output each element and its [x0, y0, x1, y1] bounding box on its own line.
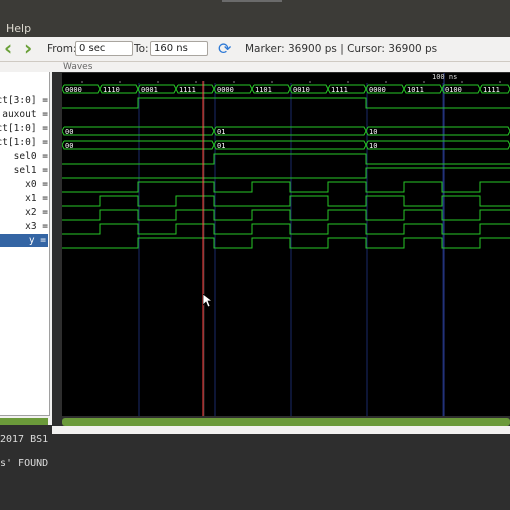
- chevron-right-icon[interactable]: ›: [24, 38, 32, 58]
- waves-header: Waves: [52, 62, 510, 72]
- signals-list[interactable]: ect[3:0] =auxout =ect[1:0] =ect[1:0] =se…: [0, 72, 50, 416]
- signal-row[interactable]: x2 =: [25, 206, 48, 219]
- bus-value: 01: [217, 142, 225, 150]
- signal-row[interactable]: ect[1:0] =: [0, 122, 48, 135]
- time-label: 100 ns: [432, 73, 457, 81]
- status-bar: [52, 426, 510, 434]
- console-output: 2017 BS1 s' FOUND: [0, 434, 510, 510]
- signal-row[interactable]: sel1 =: [14, 164, 48, 177]
- bus-value: 0001: [141, 86, 158, 94]
- toolbar: ‹ › From: 0 sec To: 160 ns ⟳ Marker: 369…: [0, 37, 510, 62]
- bus-value: 01: [217, 128, 225, 136]
- signal-row[interactable]: y =: [0, 234, 48, 247]
- bus-value: 1011: [407, 86, 424, 94]
- bus-value: 1101: [255, 86, 272, 94]
- signal-row[interactable]: x0 =: [25, 178, 48, 191]
- bus-segment: [62, 126, 215, 136]
- reload-icon[interactable]: ⟳: [218, 39, 231, 58]
- chevron-left-icon[interactable]: ‹: [4, 38, 12, 58]
- signal-row[interactable]: ect[1:0] =: [0, 136, 48, 149]
- bus-value: 1111: [331, 86, 348, 94]
- bus-value: 0000: [369, 86, 386, 94]
- bus-segment: [365, 126, 510, 136]
- waves-canvas[interactable]: 100 ns 0000 1110 0001 1111 0000 1101 0010 1111 00…: [62, 73, 510, 416]
- console-line: 2017 BS1: [0, 434, 49, 445]
- signal-row[interactable]: x1 =: [25, 192, 48, 205]
- from-input[interactable]: 0 sec: [75, 41, 133, 56]
- bus-value: 0000: [65, 86, 82, 94]
- signal-row[interactable]: ect[3:0] =: [0, 94, 48, 107]
- signals-scrollbar[interactable]: [0, 418, 48, 425]
- bus-value: 0100: [445, 86, 462, 94]
- bus-segment: [62, 140, 215, 150]
- to-input[interactable]: 160 ns: [150, 41, 208, 56]
- waves-scrollbar[interactable]: [62, 418, 510, 426]
- bus-segment: [213, 126, 367, 136]
- bus-value: 10: [369, 128, 377, 136]
- bus-value: 00: [65, 142, 73, 150]
- bus-segment: [213, 140, 367, 150]
- titlebar-tab-hint: [222, 0, 282, 2]
- bus-value: 10: [369, 142, 377, 150]
- bus-value: 0010: [293, 86, 310, 94]
- menu-help[interactable]: Help: [6, 22, 31, 35]
- bus-value: 00: [65, 128, 73, 136]
- bus-segment: [365, 140, 510, 150]
- signal-row[interactable]: auxout =: [2, 108, 48, 121]
- bus-value: 0000: [217, 86, 234, 94]
- signal-row[interactable]: x3 =: [25, 220, 48, 233]
- from-label: From:: [47, 43, 77, 55]
- marker-cursor-status: Marker: 36900 ps | Cursor: 36900 ps: [245, 43, 438, 55]
- menu-bar: Help: [0, 5, 510, 37]
- waves-svg: 100 ns0000 1110 0001 1111 0000 1101 0010 1111 00…: [62, 73, 510, 416]
- bus-value: 1111: [483, 86, 500, 94]
- bus-value: 1110: [103, 86, 120, 94]
- waves-title: Waves: [63, 62, 93, 72]
- bus-value: 1111: [179, 86, 196, 94]
- signal-row[interactable]: sel0 =: [14, 150, 48, 163]
- to-label: To:: [134, 43, 149, 55]
- console-line: s' FOUND: [0, 458, 49, 469]
